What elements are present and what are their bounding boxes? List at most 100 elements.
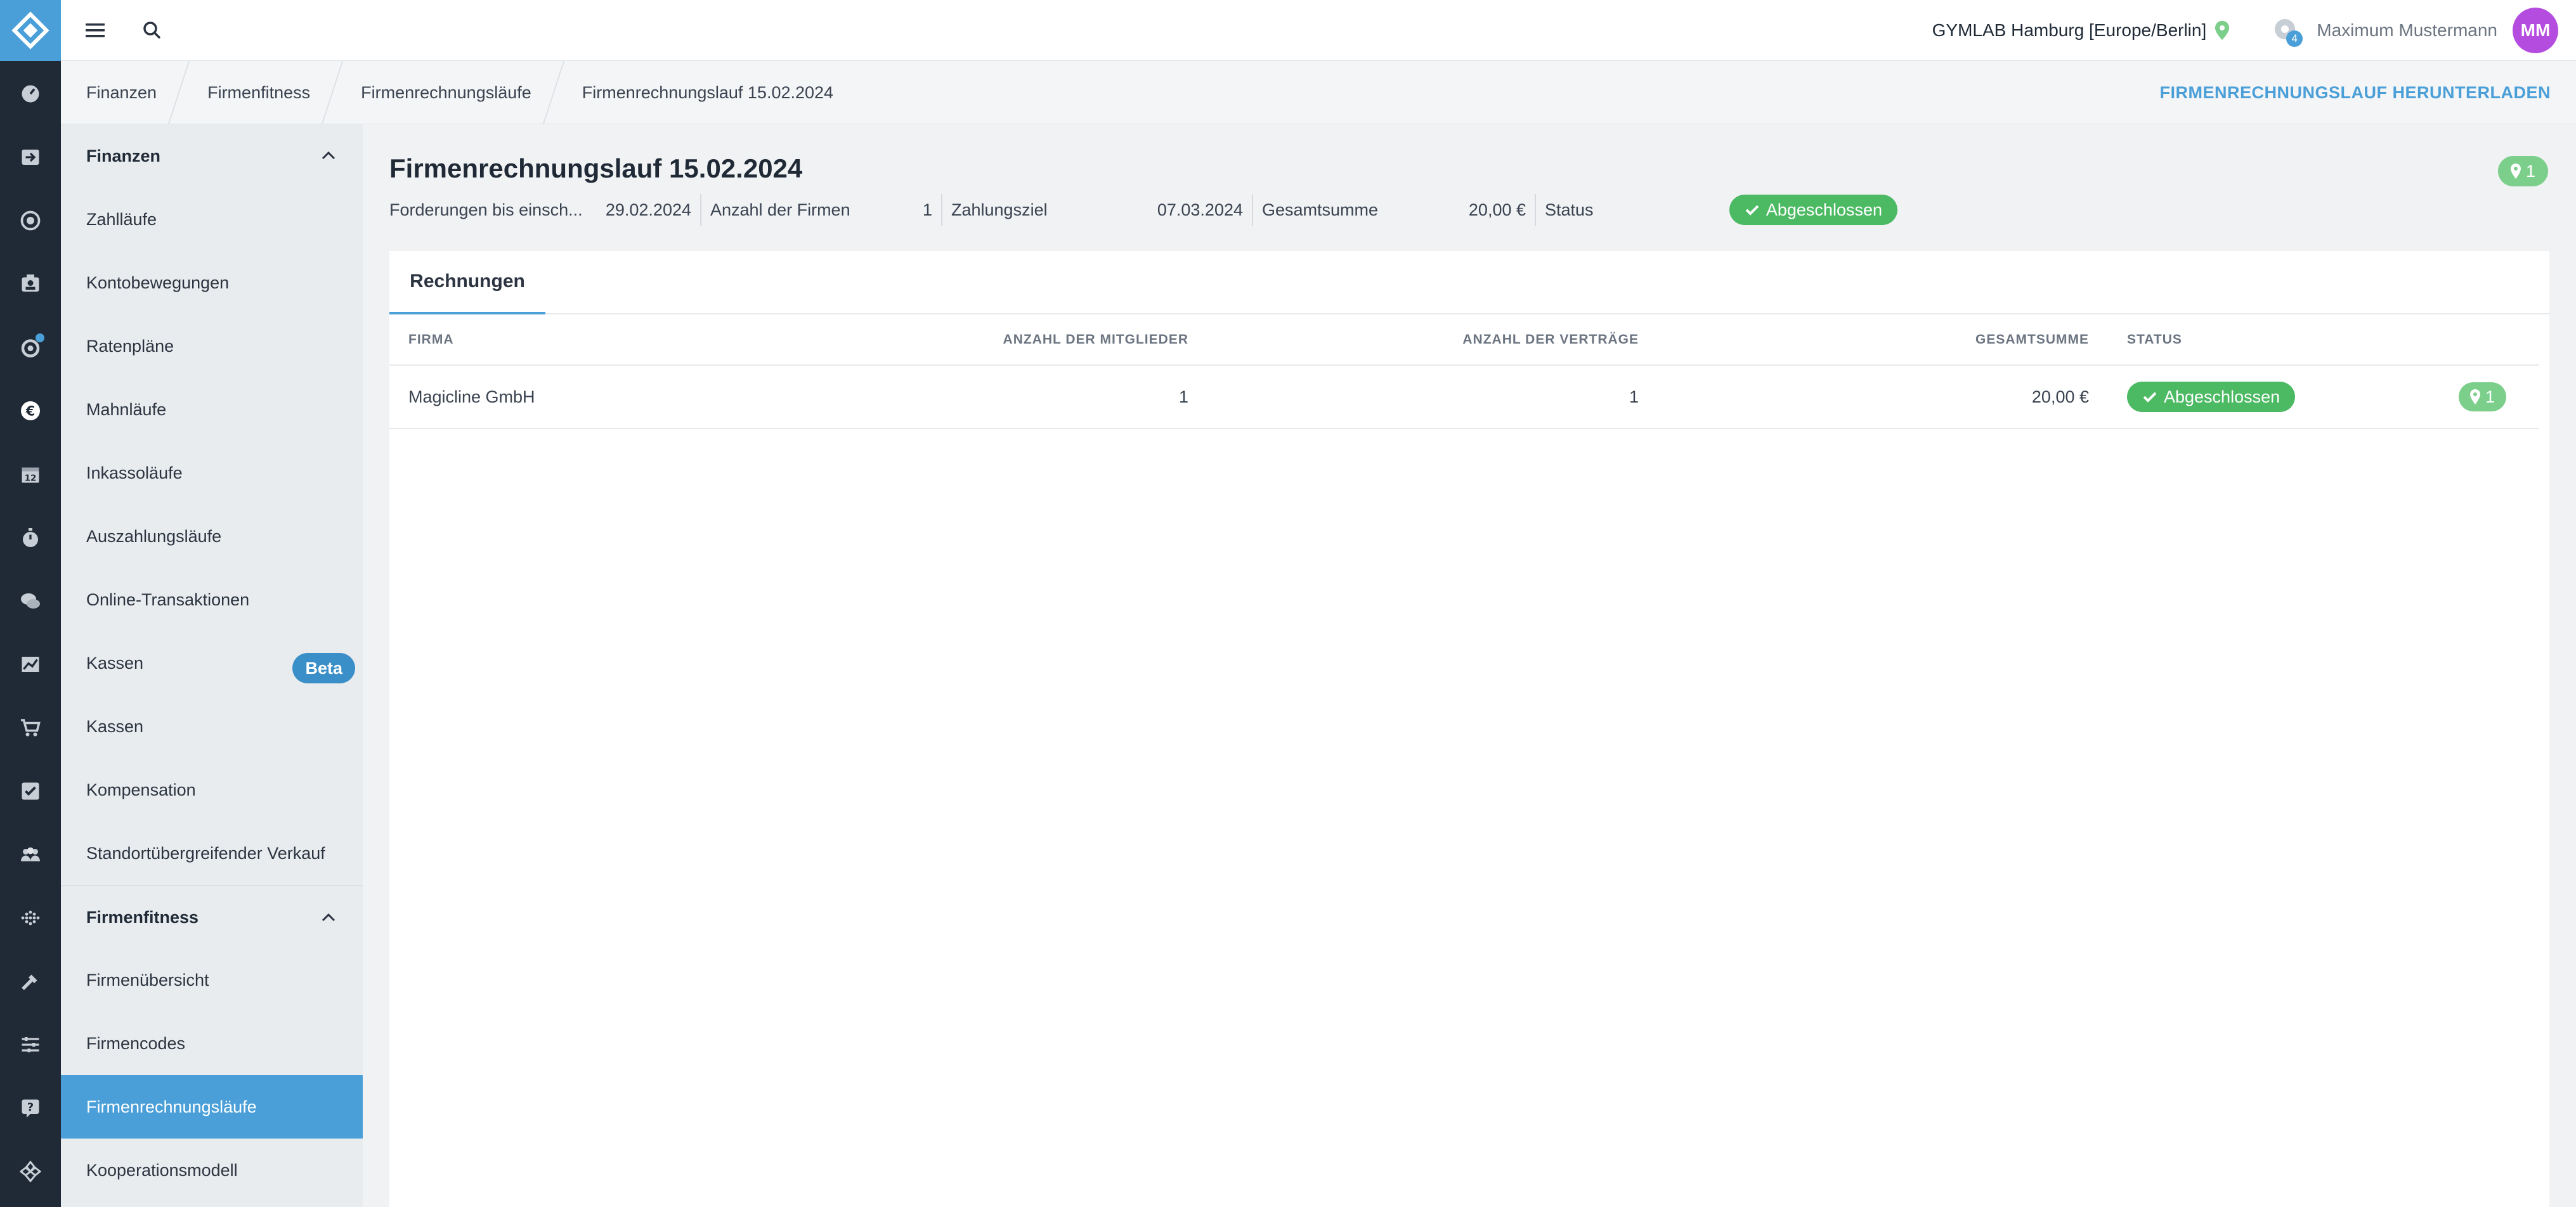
breadcrumb: Finanzen Firmenfitness Firmenrechnungslä… (61, 61, 859, 124)
location-pin-icon (2469, 389, 2480, 404)
menu-icon[interactable] (80, 15, 110, 46)
avatar[interactable]: MM (2513, 8, 2558, 53)
status-text: Abgeschlossen (2164, 387, 2280, 406)
invoices-card: Rechnungen Firma Anzahl der Mitglieder A… (389, 251, 2549, 1207)
info-label: Anzahl der Firmen (710, 200, 850, 219)
sidebar-section-firmenfitness[interactable]: Firmenfitness (61, 885, 363, 948)
pulse-icon[interactable] (15, 903, 46, 933)
info-value: 29.02.2024 (605, 200, 691, 219)
breadcrumb-bar: Finanzen Firmenfitness Firmenrechnungslä… (61, 61, 2576, 124)
location-count-badge[interactable]: 1 (2458, 382, 2506, 411)
members-icon[interactable] (15, 269, 46, 299)
user-name[interactable]: Maximum Mustermann (2317, 20, 2497, 41)
sidebar-item-firmenuebersicht[interactable]: Firmenübersicht (61, 948, 363, 1012)
sidebar-item-inkassolaeufe[interactable]: Inkassoläufe (61, 441, 363, 505)
notification-count-badge: 4 (2286, 30, 2303, 47)
sidebar-item-kooperationsmodell[interactable]: Kooperationsmodell (61, 1139, 363, 1202)
checkin-icon[interactable] (15, 142, 46, 172)
location-pin-icon (2510, 164, 2521, 179)
column-header-vertraege[interactable]: Anzahl der Verträge (1207, 314, 1658, 366)
cart-icon[interactable] (15, 713, 46, 743)
column-header-mitglieder[interactable]: Anzahl der Mitglieder (897, 314, 1207, 366)
beta-badge: Beta (292, 653, 355, 683)
sliders-icon[interactable] (15, 1030, 46, 1060)
help-icon[interactable]: ? (15, 1093, 46, 1123)
breadcrumb-item-firmenfitness[interactable]: Firmenfitness (182, 61, 335, 124)
stopwatch-icon[interactable] (15, 522, 46, 553)
notifications-button[interactable]: 4 (2274, 18, 2303, 47)
location-count-badge[interactable]: 1 (2497, 156, 2548, 186)
euro-icon[interactable]: € (15, 396, 46, 426)
chart-icon[interactable] (15, 649, 46, 680)
sidebar-item-ratenplaene[interactable]: Ratenpläne (61, 314, 363, 378)
sidebar-section-title: Finanzen (86, 146, 161, 165)
column-header-status[interactable]: Status (2108, 314, 2349, 366)
integrations-icon[interactable] (15, 1156, 46, 1187)
tab-rechnungen[interactable]: Rechnungen (389, 251, 545, 314)
tools-icon[interactable] (15, 966, 46, 997)
settings-alert-icon[interactable] (15, 332, 46, 363)
status-badge: Abgeschlossen (2127, 382, 2296, 412)
page-title: Firmenrechnungslauf 15.02.2024 (389, 153, 803, 183)
cell-firma[interactable]: Magicline GmbH (389, 365, 897, 429)
sidebar-section-title: Firmenfitness (86, 907, 199, 927)
checkbox-icon[interactable] (15, 776, 46, 806)
dashboard-icon[interactable] (15, 79, 46, 109)
info-label: Forderungen bis einsch... (389, 200, 583, 219)
status-text: Abgeschlossen (1766, 200, 1882, 219)
studio-selector[interactable]: GYMLAB Hamburg [Europe/Berlin] (1932, 20, 2207, 41)
group-icon[interactable] (15, 839, 46, 870)
sidebar-section-finanzen[interactable]: Finanzen (61, 124, 363, 188)
chat-icon[interactable] (15, 586, 46, 616)
info-claims: Forderungen bis einsch... 29.02.2024 (389, 194, 700, 226)
search-icon[interactable] (137, 15, 167, 46)
cell-status: Abgeschlossen (2108, 365, 2349, 429)
sidebar-item-firmenrechnungslaeufe[interactable]: Firmenrechnungsläufe (61, 1075, 363, 1139)
status-badge: Abgeschlossen (1729, 195, 1897, 225)
table-header-row: Firma Anzahl der Mitglieder Anzahl der V… (389, 314, 2539, 366)
info-label: Zahlungsziel (951, 200, 1048, 219)
target-icon[interactable] (15, 205, 46, 236)
info-value: 1 (922, 200, 932, 219)
sidebar-item-zahllaeufe[interactable]: Zahlläufe (61, 188, 363, 251)
sidebar-item-firmencodes[interactable]: Firmencodes (61, 1012, 363, 1075)
sidebar-item-standortuebergreifender-verkauf[interactable]: Standortübergreifender Verkauf (61, 822, 363, 885)
column-header-gesamtsumme[interactable]: Gesamtsumme (1658, 314, 2108, 366)
alert-dot (36, 333, 44, 342)
table-row[interactable]: Magicline GmbH 1 1 20,00 € Abgeschlossen… (389, 365, 2539, 429)
download-invoice-run-button[interactable]: FIRMENRECHNUNGSLAUF HERUNTERLADEN (2160, 61, 2551, 124)
icon-rail: € 12 ? (0, 0, 61, 1207)
info-label: Status (1545, 200, 1594, 219)
info-bar: Forderungen bis einsch... 29.02.2024 Anz… (389, 194, 1915, 226)
check-icon (1745, 205, 1759, 216)
sidebar-item-mahnlaeufe[interactable]: Mahnläufe (61, 378, 363, 441)
invoices-table: Firma Anzahl der Mitglieder Anzahl der V… (389, 314, 2539, 429)
sidebar-item-auszahlungslaeufe[interactable]: Auszahlungsläufe (61, 505, 363, 568)
info-label: Gesamtsumme (1262, 200, 1379, 219)
column-header-firma[interactable]: Firma (389, 314, 897, 366)
breadcrumb-item-current: Firmenrechnungslauf 15.02.2024 (557, 61, 859, 124)
sidebar-item-kontobewegungen[interactable]: Kontobewegungen (61, 251, 363, 314)
cell-mitglieder: 1 (897, 365, 1207, 429)
info-status: Status Abgeschlossen (1535, 194, 1915, 226)
sidebar-item-kompensation[interactable]: Kompensation (61, 758, 363, 822)
sidebar-item-kassen-beta[interactable]: Kassen Beta (61, 631, 363, 695)
tab-bar: Rechnungen (389, 251, 2549, 314)
calendar-icon[interactable]: 12 (15, 459, 46, 489)
column-header-locations (2349, 314, 2539, 366)
sidebar-item-online-transaktionen[interactable]: Online-Transaktionen (61, 568, 363, 631)
sidebar: Finanzen Zahlläufe Kontobewegungen Raten… (61, 124, 363, 1207)
info-value: 20,00 € (1468, 200, 1526, 219)
chevron-up-icon (322, 151, 335, 160)
breadcrumb-item-finanzen[interactable]: Finanzen (61, 61, 182, 124)
svg-text:12: 12 (25, 474, 37, 484)
check-icon (2143, 392, 2157, 403)
sidebar-item-kassen[interactable]: Kassen (61, 695, 363, 758)
location-pin-icon (2215, 21, 2230, 40)
breadcrumb-item-firmenrechnungslaeufe[interactable]: Firmenrechnungsläufe (335, 61, 557, 124)
app-logo-icon[interactable] (0, 0, 61, 61)
svg-text:?: ? (27, 1101, 34, 1114)
location-count: 1 (2485, 387, 2495, 406)
info-value: 07.03.2024 (1157, 200, 1243, 219)
top-bar: GYMLAB Hamburg [Europe/Berlin] 4 Maximum… (61, 0, 2576, 61)
